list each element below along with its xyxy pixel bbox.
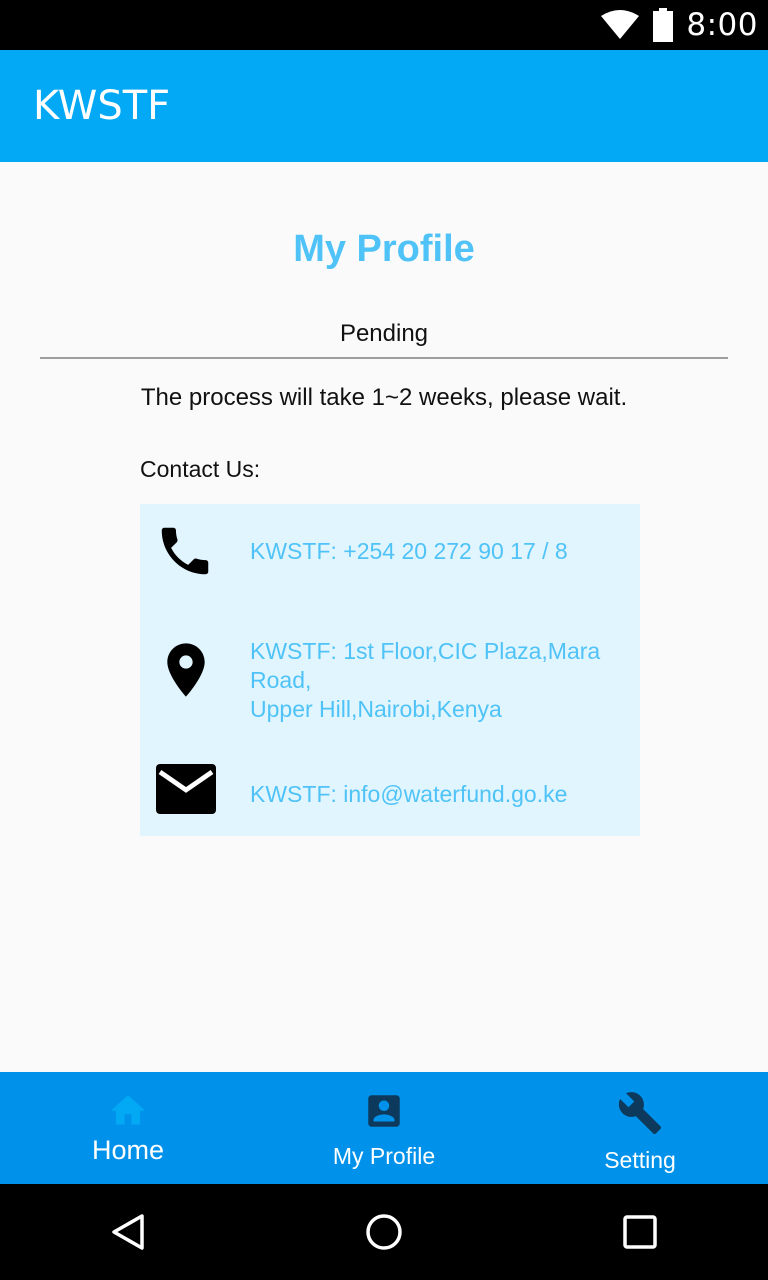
contact-address-line2: Road, — [250, 667, 312, 693]
bottom-navigation: Home My Profile Setting — [0, 1072, 768, 1184]
status-label: Pending — [339, 320, 429, 347]
page-title: My Profile — [293, 228, 475, 270]
app-title: KWSTF — [33, 83, 171, 129]
status-bar: 8:00 — [0, 0, 768, 50]
profile-content: My Profile Pending The process will take… — [0, 162, 768, 1072]
wifi-icon — [600, 10, 640, 40]
status-time: 8:00 — [686, 7, 758, 43]
battery-icon — [652, 8, 674, 42]
nav-my-profile[interactable]: My Profile — [256, 1072, 512, 1184]
nav-setting-label: Setting — [604, 1147, 676, 1173]
app-bar: KWSTF — [0, 50, 768, 162]
location-pin-icon — [154, 634, 218, 711]
contact-phone-row[interactable]: KWSTF: +254 20 272 90 17 / 8 — [140, 504, 640, 604]
contact-box: KWSTF: +254 20 272 90 17 / 8 KWSTF: 1st … — [140, 504, 640, 836]
contact-email: KWSTF: info@waterfund.go.ke — [250, 781, 568, 807]
nav-home-label: Home — [91, 1135, 165, 1165]
contact-phone: KWSTF: +254 20 272 90 17 / 8 — [250, 538, 568, 564]
contact-email-row[interactable]: KWSTF: info@waterfund.go.ke — [140, 754, 640, 834]
home-system-button[interactable] — [354, 1202, 414, 1262]
account-box-icon — [363, 1090, 405, 1137]
recents-square-icon — [623, 1215, 657, 1249]
contact-heading: Contact Us: — [140, 456, 261, 482]
nav-setting[interactable]: Setting — [512, 1072, 768, 1184]
home-icon — [107, 1090, 149, 1133]
divider — [40, 357, 728, 359]
nav-my-profile-label: My Profile — [332, 1143, 436, 1169]
contact-address-line3: Upper Hill,Nairobi,Kenya — [250, 696, 502, 722]
wait-message: The process will take 1~2 weeks, please … — [140, 384, 628, 411]
back-button[interactable] — [98, 1202, 158, 1262]
recents-button[interactable] — [610, 1202, 670, 1262]
email-icon — [154, 762, 218, 821]
home-circle-icon — [366, 1214, 402, 1250]
wrench-icon — [617, 1090, 663, 1141]
back-triangle-icon — [112, 1214, 144, 1250]
system-navigation-bar — [0, 1184, 768, 1280]
nav-home[interactable]: Home — [0, 1072, 256, 1184]
contact-address-row[interactable]: KWSTF: 1st Floor,CIC Plaza,Mara Road, Up… — [140, 614, 640, 744]
phone-icon — [154, 520, 216, 587]
contact-address-line1: KWSTF: 1st Floor,CIC Plaza,Mara — [250, 638, 601, 664]
